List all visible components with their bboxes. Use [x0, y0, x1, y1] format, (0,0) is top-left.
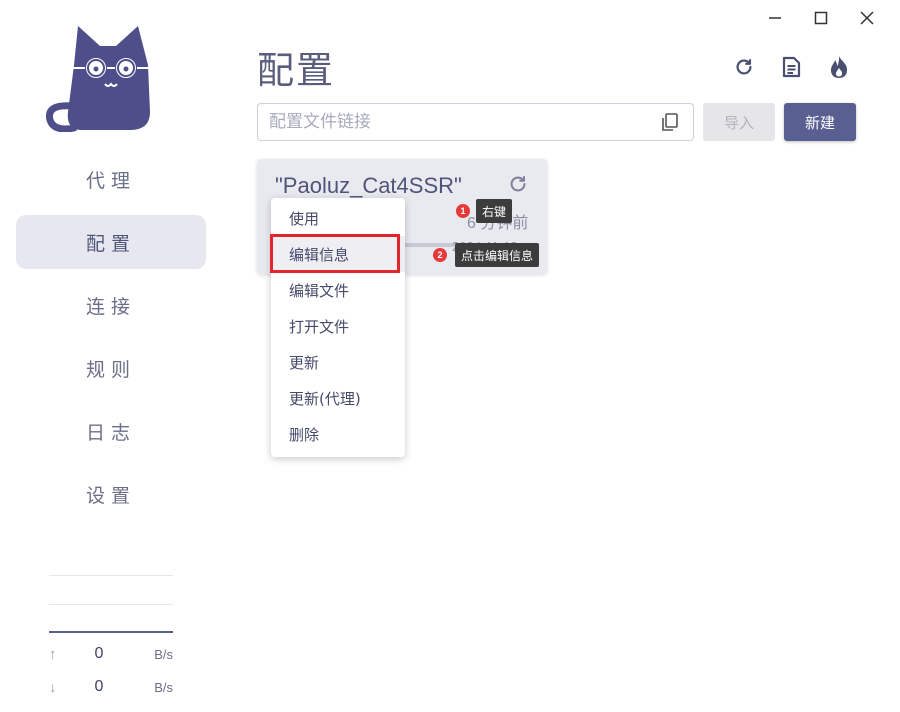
traffic-divider — [49, 631, 173, 633]
document-icon — [782, 56, 801, 78]
upload-speed-unit: B/s — [154, 646, 173, 662]
sidebar-nav: 代理 配置 连接 规则 日志 设置 — [16, 152, 206, 530]
fire-button[interactable] — [826, 54, 852, 80]
annotation-tooltip: 右键 — [476, 199, 513, 223]
upload-arrow-icon: ↑ — [49, 645, 57, 663]
divider — [49, 604, 173, 605]
profile-card-title: "Paoluz_Cat4SSR" — [275, 173, 462, 198]
copy-icon[interactable] — [660, 112, 680, 132]
maximize-icon — [814, 11, 828, 25]
download-speed-unit: B/s — [154, 679, 173, 695]
download-arrow-icon: ↓ — [49, 678, 57, 696]
menu-item-update[interactable]: 更新 — [271, 344, 405, 380]
sidebar: 代理 配置 连接 规则 日志 设置 ↑ 0 B/s ↓ 0 B/s — [0, 0, 222, 712]
refresh-icon — [736, 59, 752, 75]
menu-item-delete[interactable]: 删除 — [271, 416, 405, 452]
page-title: 配置 — [257, 49, 335, 92]
upload-speed: ↑ 0 B/s — [49, 644, 173, 664]
sidebar-item-rules[interactable]: 规则 — [16, 341, 206, 395]
download-speed-value: 0 — [94, 678, 104, 695]
sidebar-item-proxies[interactable]: 代理 — [16, 152, 206, 206]
menu-item-open-file[interactable]: 打开文件 — [271, 308, 405, 344]
sidebar-item-profiles[interactable]: 配置 — [16, 215, 206, 269]
annotation-step-badge: 1 — [456, 204, 470, 218]
sidebar-item-connections[interactable]: 连接 — [16, 278, 206, 332]
close-icon — [860, 11, 874, 25]
sidebar-item-settings[interactable]: 设置 — [16, 467, 206, 521]
upload-speed-value: 0 — [94, 645, 104, 662]
menu-item-update-proxy[interactable]: 更新(代理) — [271, 380, 405, 416]
maximize-button[interactable] — [806, 6, 836, 30]
minimize-icon — [769, 17, 781, 19]
menu-item-edit-file[interactable]: 编辑文件 — [271, 272, 405, 308]
menu-item-use[interactable]: 使用 — [271, 200, 405, 236]
annotation-tooltip: 点击编辑信息 — [455, 243, 540, 267]
divider — [49, 575, 173, 576]
view-log-button[interactable] — [778, 54, 804, 80]
fire-icon — [830, 56, 848, 78]
highlight-box — [270, 234, 400, 273]
minimize-button[interactable] — [760, 6, 790, 30]
new-button[interactable]: 新建 — [784, 103, 856, 141]
download-speed: ↓ 0 B/s — [49, 677, 173, 697]
import-button[interactable]: 导入 — [703, 103, 775, 141]
profile-url-input[interactable] — [257, 103, 694, 141]
annotation-step-badge: 2 — [433, 248, 447, 262]
sidebar-item-logs[interactable]: 日志 — [16, 404, 206, 458]
refresh-icon[interactable] — [507, 173, 529, 195]
close-button[interactable] — [852, 6, 882, 30]
cat-logo — [45, 26, 150, 132]
refresh-all-button[interactable] — [731, 54, 757, 80]
